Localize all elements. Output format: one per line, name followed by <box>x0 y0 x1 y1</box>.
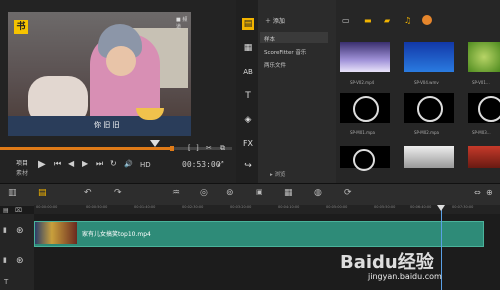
clip-mode-label[interactable]: 素材 <box>16 168 28 177</box>
browse-button[interactable]: ▸ 浏览 <box>270 170 286 178</box>
thumbnail-8[interactable] <box>468 146 500 168</box>
plus-icon: ＋ <box>265 18 273 25</box>
volume-icon[interactable]: 🔊 <box>124 160 133 168</box>
graphic-icon[interactable]: ◈ <box>242 114 254 126</box>
audio-mixer-icon[interactable]: ♒ <box>172 188 180 198</box>
thumbnail-3-label: SP-M01.mpa <box>350 130 376 135</box>
ruler-tick: 00:05:00:00 <box>326 205 348 209</box>
thumbnail-1[interactable] <box>404 42 454 72</box>
scrub-handle[interactable] <box>150 140 160 147</box>
thumbnail-3[interactable] <box>340 93 390 123</box>
play-button[interactable]: ▶ <box>38 159 46 170</box>
ruler-tick: 00:06:40:00 <box>410 205 432 209</box>
repeat-icon[interactable]: ↻ <box>110 159 117 168</box>
thumbnail-2[interactable] <box>468 42 500 72</box>
thumbnail-2-label: SP-V01... <box>472 80 490 85</box>
overlay-track-icon[interactable]: ▮ <box>3 256 7 264</box>
thumbnail-4-label: SP-M02.mpa <box>414 130 440 135</box>
ripple-edit-icon[interactable]: ⌧ <box>15 207 22 214</box>
thumbnail-4[interactable] <box>404 93 454 123</box>
video-subtitle: 你 旧 旧 <box>94 121 120 129</box>
video-preview[interactable]: 你 旧 旧 ■ 频道 <box>8 12 191 136</box>
thumbnail-6[interactable] <box>340 146 390 171</box>
scrub-end-marker[interactable] <box>170 146 174 151</box>
fx-icon[interactable]: FX <box>242 138 254 150</box>
thumbnail-1-label: SP-V04.wmv <box>414 80 439 85</box>
media-icon[interactable]: ▤ <box>242 18 254 30</box>
thumbnail-0-label: SP-V02.mp4 <box>350 80 375 85</box>
ruler-tick: 00:00:50:00 <box>86 205 108 209</box>
subtitle-icon[interactable]: ▣ <box>256 188 263 196</box>
zoom-fit-icon[interactable]: ⇔ <box>474 188 481 197</box>
hd-toggle[interactable]: HD <box>140 161 151 169</box>
video-track-toggle-icon[interactable]: ⊛ <box>16 226 24 236</box>
add-folder-button[interactable]: ＋ 添加 <box>265 16 285 25</box>
thumbnail-5[interactable] <box>468 93 500 123</box>
auto-music-icon[interactable]: ◎ <box>200 188 208 198</box>
storyboard-view-icon[interactable]: ▥ <box>8 188 17 198</box>
sort-icon[interactable] <box>422 15 432 25</box>
motion-track-icon[interactable]: ⊚ <box>226 188 234 198</box>
show-video-icon[interactable]: ▬ <box>364 16 372 25</box>
project-mode-label[interactable]: 项目 <box>16 158 28 167</box>
mark-in-icon[interactable]: [ <box>188 144 191 152</box>
thumbnail-5-label: SP-M03... <box>472 130 491 135</box>
ruler-tick: 00:00:00:00 <box>36 205 58 209</box>
ruler-tick: 00:02:30:00 <box>182 205 204 209</box>
home-button[interactable]: ⏮ <box>54 159 61 169</box>
smart-proxy-icon[interactable]: ⟳ <box>344 188 352 198</box>
multicam-icon[interactable]: ▦ <box>284 188 293 198</box>
add-folder-label: 添加 <box>272 18 285 25</box>
folder-scorefitter[interactable]: ScoreFitter 音乐 <box>264 48 306 56</box>
undo-icon[interactable]: ↶ <box>84 188 92 198</box>
clip-name: 家有儿女搞笑top10.mp4 <box>82 231 151 238</box>
clip-thumbnail <box>35 222 77 244</box>
timeline-toolbar <box>0 183 500 206</box>
folder-icon[interactable]: ▭ <box>342 16 350 25</box>
zoom-icon[interactable]: ⊕ <box>486 188 493 197</box>
thumbnail-7[interactable] <box>404 146 454 168</box>
instant-project-icon[interactable]: ▦ <box>242 42 254 54</box>
timeline-view-icon[interactable]: ▤ <box>38 188 47 198</box>
prev-frame-button[interactable]: ◀ <box>68 159 74 168</box>
ruler-tick: 00:03:20:00 <box>230 205 252 209</box>
show-photo-icon[interactable]: ▰ <box>384 16 390 25</box>
record-capture-icon[interactable]: ◍ <box>314 188 322 198</box>
browse-label: 浏览 <box>274 172 286 178</box>
track-manager-icon[interactable]: ▤ <box>3 207 9 214</box>
mark-out-icon[interactable]: ] <box>196 144 199 152</box>
playhead-handle[interactable] <box>437 205 445 211</box>
thumbnail-0[interactable] <box>340 42 390 72</box>
ruler-tick: 00:07:30:00 <box>452 205 474 209</box>
transition-icon[interactable]: AB <box>242 66 254 78</box>
library-folder-panel <box>258 0 336 183</box>
title-icon[interactable]: T <box>242 90 254 102</box>
folder-music-files[interactable]: 两乐文件 <box>264 61 286 69</box>
folder-sample[interactable]: 样本 <box>264 35 275 43</box>
redo-icon[interactable]: ↷ <box>114 188 122 198</box>
end-button[interactable]: ⏭ <box>96 159 103 169</box>
copy-icon[interactable]: ⧉ <box>220 144 225 153</box>
scrub-fill <box>0 147 170 150</box>
video-track-icon[interactable]: ▮ <box>3 226 7 234</box>
overlay-track-toggle-icon[interactable]: ⊛ <box>16 256 24 266</box>
title-track-icon[interactable]: T <box>4 278 8 286</box>
ruler-tick: 00:01:40:00 <box>134 205 156 209</box>
channel-logo: ■ 频道 <box>176 17 188 30</box>
ruler-tick: 00:04:10:00 <box>278 205 300 209</box>
next-frame-button[interactable]: ▶ <box>82 159 88 168</box>
ruler-tick: 00:05:50:00 <box>374 205 396 209</box>
timecode-display[interactable]: 00:53:00 <box>182 160 221 169</box>
show-audio-icon[interactable]: ♫ <box>404 16 411 25</box>
path-icon[interactable]: ↪ <box>242 160 254 172</box>
watermark-brand: Baidu经验 <box>340 252 434 273</box>
channel-badge: 书 <box>14 20 28 34</box>
split-icon[interactable]: ✂ <box>206 144 212 152</box>
watermark-url: jingyan.baidu.com <box>368 272 442 281</box>
